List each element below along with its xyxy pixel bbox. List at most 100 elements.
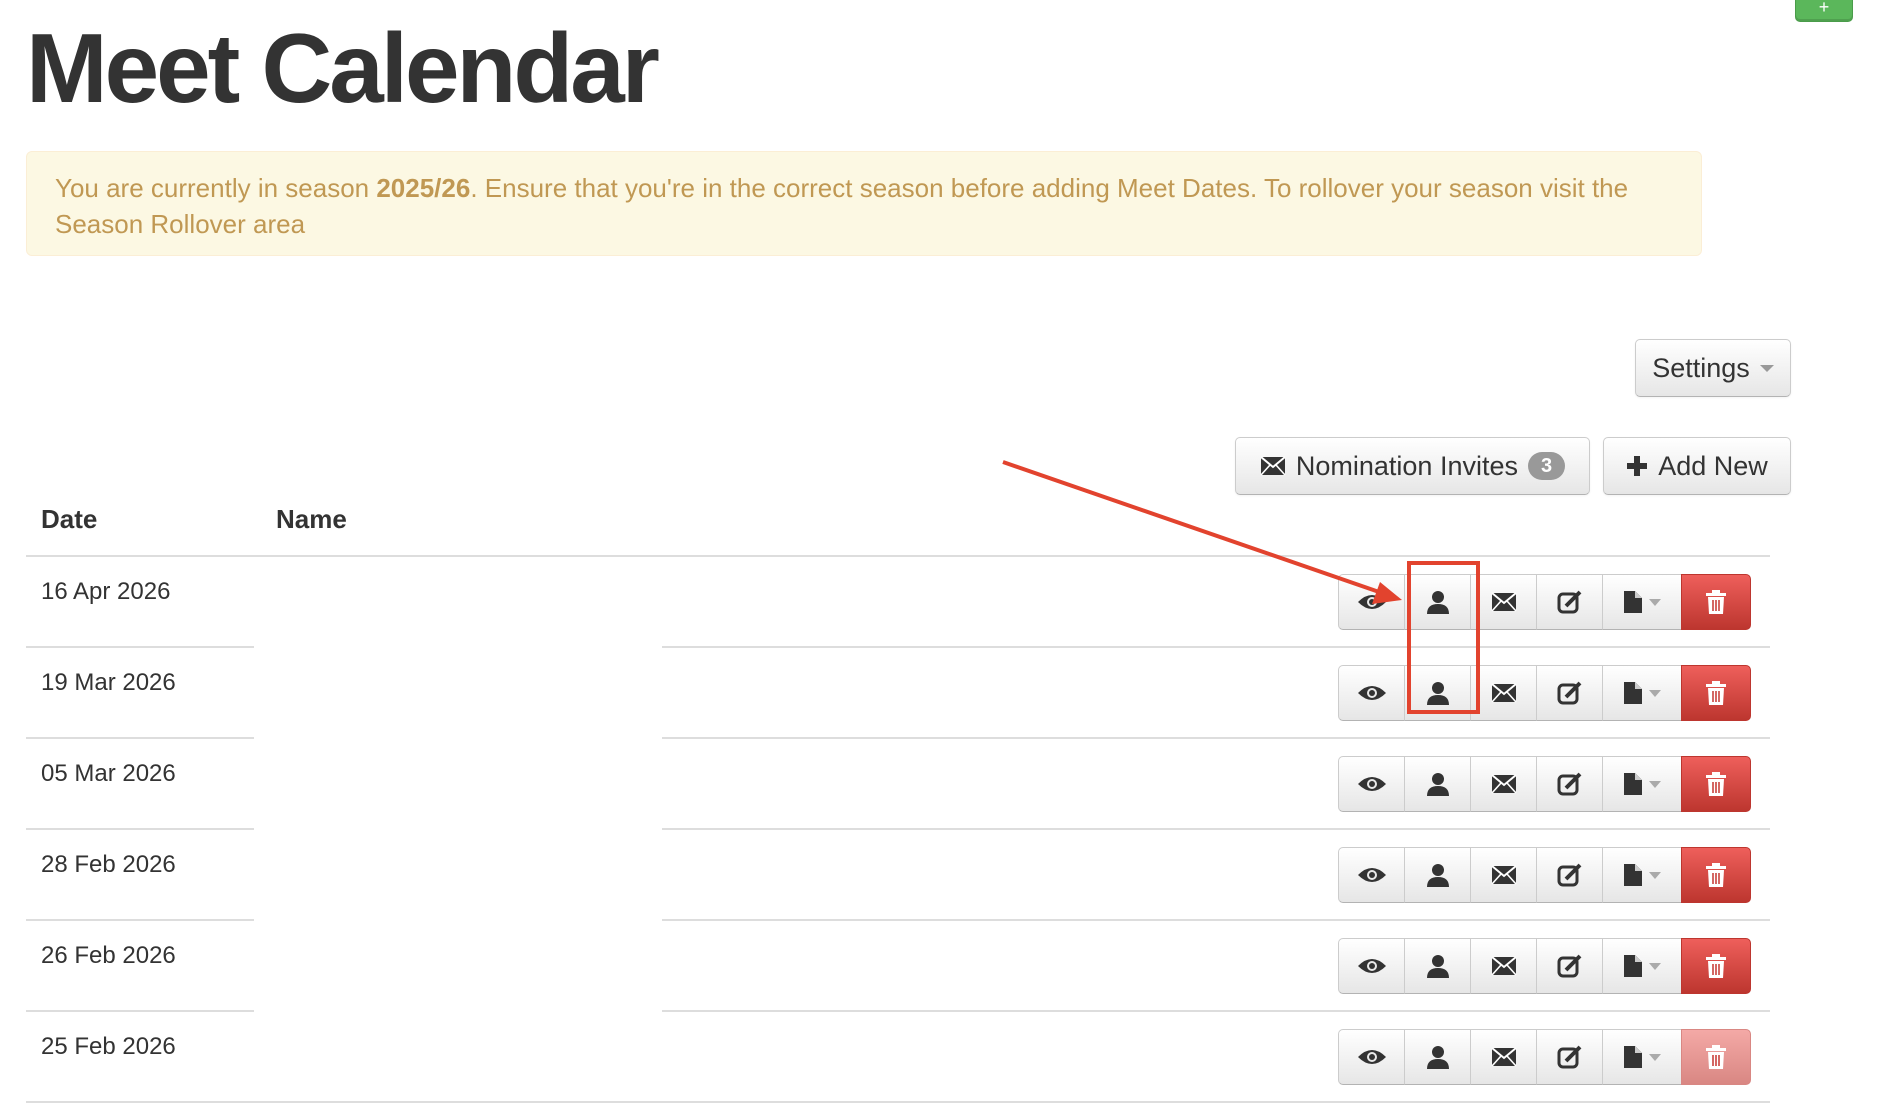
trash-icon	[1705, 680, 1727, 706]
row-divider	[26, 1010, 254, 1012]
files-dropdown-button[interactable]	[1602, 756, 1682, 812]
files-dropdown-button[interactable]	[1602, 1029, 1682, 1085]
trash-icon	[1705, 862, 1727, 888]
edit-icon	[1557, 680, 1583, 706]
file-icon	[1623, 590, 1643, 614]
delete-button[interactable]	[1681, 574, 1751, 630]
file-icon	[1623, 954, 1643, 978]
nomination-invites-button[interactable]: Nomination Invites 3	[1235, 437, 1590, 495]
row-date: 19 Mar 2026	[41, 669, 176, 696]
annotation-highlight-box	[1407, 561, 1480, 714]
nomination-invites-count-badge: 3	[1527, 452, 1566, 480]
view-button[interactable]	[1338, 847, 1405, 903]
row-divider	[26, 828, 254, 830]
file-icon	[1623, 863, 1643, 887]
add-new-label: Add New	[1658, 450, 1768, 481]
row-date: 28 Feb 2026	[41, 851, 176, 878]
envelope-icon	[1490, 683, 1517, 703]
edit-button[interactable]	[1536, 938, 1603, 994]
envelope-icon	[1490, 956, 1517, 976]
column-header-name: Name	[276, 504, 347, 534]
files-dropdown-button[interactable]	[1602, 665, 1682, 721]
view-button[interactable]	[1338, 938, 1405, 994]
row-divider	[662, 1010, 1770, 1012]
view-button[interactable]	[1338, 574, 1405, 630]
envelope-icon	[1490, 592, 1517, 612]
delete-button[interactable]	[1681, 1029, 1751, 1085]
email-button[interactable]	[1470, 1029, 1537, 1085]
files-dropdown-button[interactable]	[1602, 847, 1682, 903]
chevron-down-icon	[1649, 689, 1661, 697]
row-actions	[1338, 938, 1751, 994]
eye-icon	[1357, 683, 1387, 703]
email-button[interactable]	[1470, 847, 1537, 903]
row-actions	[1338, 847, 1751, 903]
settings-dropdown-button[interactable]: Settings	[1635, 339, 1791, 397]
page-title: Meet Calendar	[26, 13, 660, 123]
file-icon	[1623, 681, 1643, 705]
row-divider	[662, 919, 1770, 921]
edit-icon	[1557, 862, 1583, 888]
edit-button[interactable]	[1536, 665, 1603, 721]
row-date: 26 Feb 2026	[41, 942, 176, 969]
row-divider	[662, 828, 1770, 830]
eye-icon	[1357, 865, 1387, 885]
alert-text-before: You are currently in season	[55, 173, 377, 203]
files-dropdown-button[interactable]	[1602, 574, 1682, 630]
trash-icon	[1705, 589, 1727, 615]
column-header-date: Date	[41, 504, 98, 534]
nominations-button[interactable]	[1404, 756, 1471, 812]
edit-icon	[1557, 771, 1583, 797]
eye-icon	[1357, 956, 1387, 976]
top-corner-add-button[interactable]: +	[1795, 0, 1853, 22]
chevron-down-icon	[1759, 364, 1774, 372]
edit-button[interactable]	[1536, 574, 1603, 630]
delete-button[interactable]	[1681, 756, 1751, 812]
eye-icon	[1357, 1047, 1387, 1067]
chevron-down-icon	[1649, 598, 1661, 606]
row-date: 25 Feb 2026	[41, 1033, 176, 1060]
edit-button[interactable]	[1536, 756, 1603, 812]
nominations-button[interactable]	[1404, 938, 1471, 994]
email-button[interactable]	[1470, 665, 1537, 721]
row-actions	[1338, 574, 1751, 630]
edit-button[interactable]	[1536, 1029, 1603, 1085]
user-icon	[1425, 1044, 1451, 1070]
user-icon	[1425, 953, 1451, 979]
trash-icon	[1705, 1044, 1727, 1070]
delete-button[interactable]	[1681, 847, 1751, 903]
chevron-down-icon	[1649, 871, 1661, 879]
row-divider	[662, 737, 1770, 739]
envelope-icon	[1260, 456, 1286, 476]
row-date: 05 Mar 2026	[41, 760, 176, 787]
nominations-button[interactable]	[1404, 847, 1471, 903]
nominations-button[interactable]	[1404, 1029, 1471, 1085]
email-button[interactable]	[1470, 756, 1537, 812]
edit-button[interactable]	[1536, 847, 1603, 903]
row-divider	[26, 646, 254, 648]
add-new-button[interactable]: Add New	[1603, 437, 1791, 495]
email-button[interactable]	[1470, 574, 1537, 630]
view-button[interactable]	[1338, 665, 1405, 721]
row-divider	[26, 919, 254, 921]
envelope-icon	[1490, 865, 1517, 885]
row-divider	[26, 737, 254, 739]
user-icon	[1425, 771, 1451, 797]
view-button[interactable]	[1338, 756, 1405, 812]
eye-icon	[1357, 592, 1387, 612]
row-actions	[1338, 665, 1751, 721]
row-divider	[662, 646, 1770, 648]
edit-icon	[1557, 1044, 1583, 1070]
settings-label: Settings	[1652, 352, 1750, 383]
delete-button[interactable]	[1681, 665, 1751, 721]
table-header-divider	[26, 555, 1770, 557]
delete-button[interactable]	[1681, 938, 1751, 994]
files-dropdown-button[interactable]	[1602, 938, 1682, 994]
email-button[interactable]	[1470, 938, 1537, 994]
season-alert: You are currently in season 2025/26. Ens…	[26, 151, 1702, 256]
view-button[interactable]	[1338, 1029, 1405, 1085]
alert-season: 2025/26	[376, 173, 471, 203]
row-actions	[1338, 756, 1751, 812]
edit-icon	[1557, 589, 1583, 615]
edit-icon	[1557, 953, 1583, 979]
